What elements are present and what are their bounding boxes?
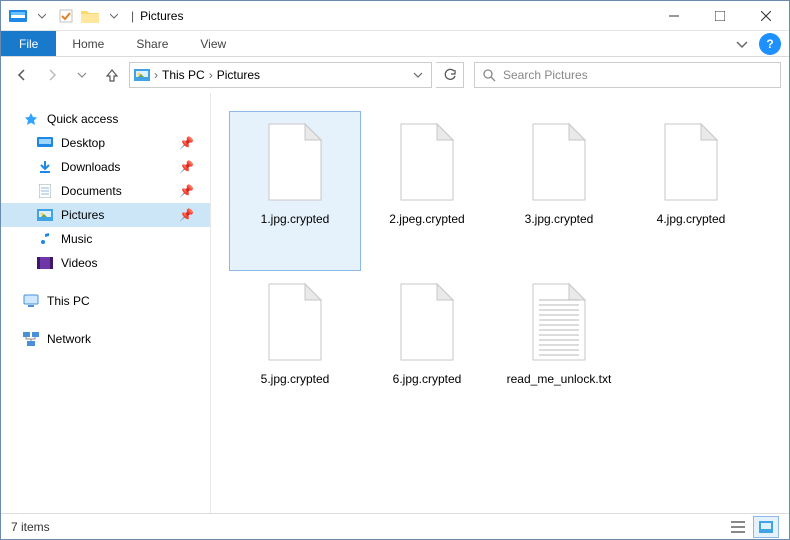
details-view-button[interactable]	[725, 516, 751, 538]
pin-icon: 📌	[179, 160, 194, 174]
collapse-ribbon-icon[interactable]	[727, 31, 757, 56]
file-name: 4.jpg.crypted	[653, 212, 730, 226]
tab-share[interactable]: Share	[120, 31, 184, 56]
folder-icon[interactable]	[79, 5, 101, 27]
search-box[interactable]	[474, 62, 781, 88]
downloads-icon	[37, 159, 53, 175]
sidebar-item-label: Network	[47, 332, 91, 346]
sidebar-item-pictures[interactable]: Pictures 📌	[1, 203, 210, 227]
file-icon	[395, 282, 459, 362]
sidebar-item-label: Quick access	[47, 112, 118, 126]
sidebar-item-label: Music	[61, 232, 92, 246]
music-icon	[37, 231, 53, 247]
window-title: Pictures	[140, 9, 183, 23]
pin-icon: 📌	[179, 136, 194, 150]
chevron-right-icon[interactable]: ›	[207, 68, 215, 82]
file-item[interactable]: 6.jpg.crypted	[361, 271, 493, 431]
sidebar-quick-access[interactable]: Quick access	[1, 107, 210, 131]
sidebar-item-desktop[interactable]: Desktop 📌	[1, 131, 210, 155]
up-button[interactable]	[99, 62, 125, 88]
sidebar-network[interactable]: Network	[1, 327, 210, 351]
search-icon	[481, 67, 497, 83]
properties-icon[interactable]	[55, 5, 77, 27]
file-item[interactable]: read_me_unlock.txt	[493, 271, 625, 431]
explorer-icon[interactable]	[7, 5, 29, 27]
file-name: 5.jpg.crypted	[257, 372, 334, 386]
sidebar-item-label: Downloads	[61, 160, 120, 174]
sidebar-item-downloads[interactable]: Downloads 📌	[1, 155, 210, 179]
star-icon	[23, 111, 39, 127]
back-button[interactable]	[9, 62, 35, 88]
close-button[interactable]	[743, 1, 789, 31]
chevron-down-icon[interactable]	[103, 5, 125, 27]
status-bar: 7 items	[1, 513, 789, 539]
file-item[interactable]: 1.jpg.crypted	[229, 111, 361, 271]
file-item[interactable]: 3.jpg.crypted	[493, 111, 625, 271]
file-name: 6.jpg.crypted	[389, 372, 466, 386]
main-area: Quick access Desktop 📌 Downloads 📌 Docum…	[1, 93, 789, 513]
file-item[interactable]: 5.jpg.crypted	[229, 271, 361, 431]
file-grid[interactable]: 1.jpg.crypted 2.jpeg.crypted 3.jpg.crypted…	[211, 93, 789, 513]
file-icon	[659, 122, 723, 202]
sidebar-item-label: Documents	[61, 184, 122, 198]
item-count: 7 items	[11, 520, 50, 534]
help-icon[interactable]: ?	[759, 33, 781, 55]
sidebar-item-videos[interactable]: Videos	[1, 251, 210, 275]
file-item[interactable]: 2.jpeg.crypted	[361, 111, 493, 271]
forward-button[interactable]	[39, 62, 65, 88]
tab-view[interactable]: View	[184, 31, 242, 56]
file-name: read_me_unlock.txt	[503, 372, 616, 386]
file-tab[interactable]: File	[1, 31, 56, 56]
file-icon	[263, 282, 327, 362]
breadcrumb-this-pc[interactable]: This PC	[162, 68, 205, 82]
large-icons-view-button[interactable]	[753, 516, 779, 538]
address-bar[interactable]: › This PC › Pictures	[129, 62, 432, 88]
search-input[interactable]	[503, 68, 774, 82]
sidebar-item-label: Pictures	[61, 208, 104, 222]
file-icon	[263, 122, 327, 202]
file-name: 3.jpg.crypted	[521, 212, 598, 226]
refresh-button[interactable]	[436, 62, 464, 88]
this-pc-icon	[23, 293, 39, 309]
network-icon	[23, 331, 39, 347]
pictures-icon	[37, 207, 53, 223]
file-name: 2.jpeg.crypted	[385, 212, 468, 226]
chevron-down-icon[interactable]	[31, 5, 53, 27]
breadcrumb-pictures[interactable]: Pictures	[217, 68, 260, 82]
sidebar-item-label: Videos	[61, 256, 97, 270]
title-separator: |	[131, 9, 134, 23]
chevron-down-icon[interactable]	[409, 70, 427, 80]
pin-icon: 📌	[179, 184, 194, 198]
pin-icon: 📌	[179, 208, 194, 222]
sidebar-this-pc[interactable]: This PC	[1, 289, 210, 313]
sidebar-item-music[interactable]: Music	[1, 227, 210, 251]
file-icon	[395, 122, 459, 202]
navigation-pane: Quick access Desktop 📌 Downloads 📌 Docum…	[1, 93, 211, 513]
chevron-right-icon[interactable]: ›	[152, 68, 160, 82]
title-bar: | Pictures	[1, 1, 789, 31]
documents-icon	[37, 183, 53, 199]
desktop-icon	[37, 135, 53, 151]
tab-home[interactable]: Home	[56, 31, 120, 56]
recent-locations-button[interactable]	[69, 62, 95, 88]
navigation-bar: › This PC › Pictures	[1, 57, 789, 93]
file-icon	[527, 122, 591, 202]
quick-access-toolbar	[1, 5, 125, 27]
sidebar-item-label: Desktop	[61, 136, 105, 150]
videos-icon	[37, 255, 53, 271]
maximize-button[interactable]	[697, 1, 743, 31]
pictures-icon	[134, 67, 150, 83]
sidebar-item-documents[interactable]: Documents 📌	[1, 179, 210, 203]
file-name: 1.jpg.crypted	[257, 212, 334, 226]
sidebar-item-label: This PC	[47, 294, 90, 308]
ribbon: File Home Share View ?	[1, 31, 789, 57]
text-file-icon	[527, 282, 591, 362]
minimize-button[interactable]	[651, 1, 697, 31]
file-item[interactable]: 4.jpg.crypted	[625, 111, 757, 271]
